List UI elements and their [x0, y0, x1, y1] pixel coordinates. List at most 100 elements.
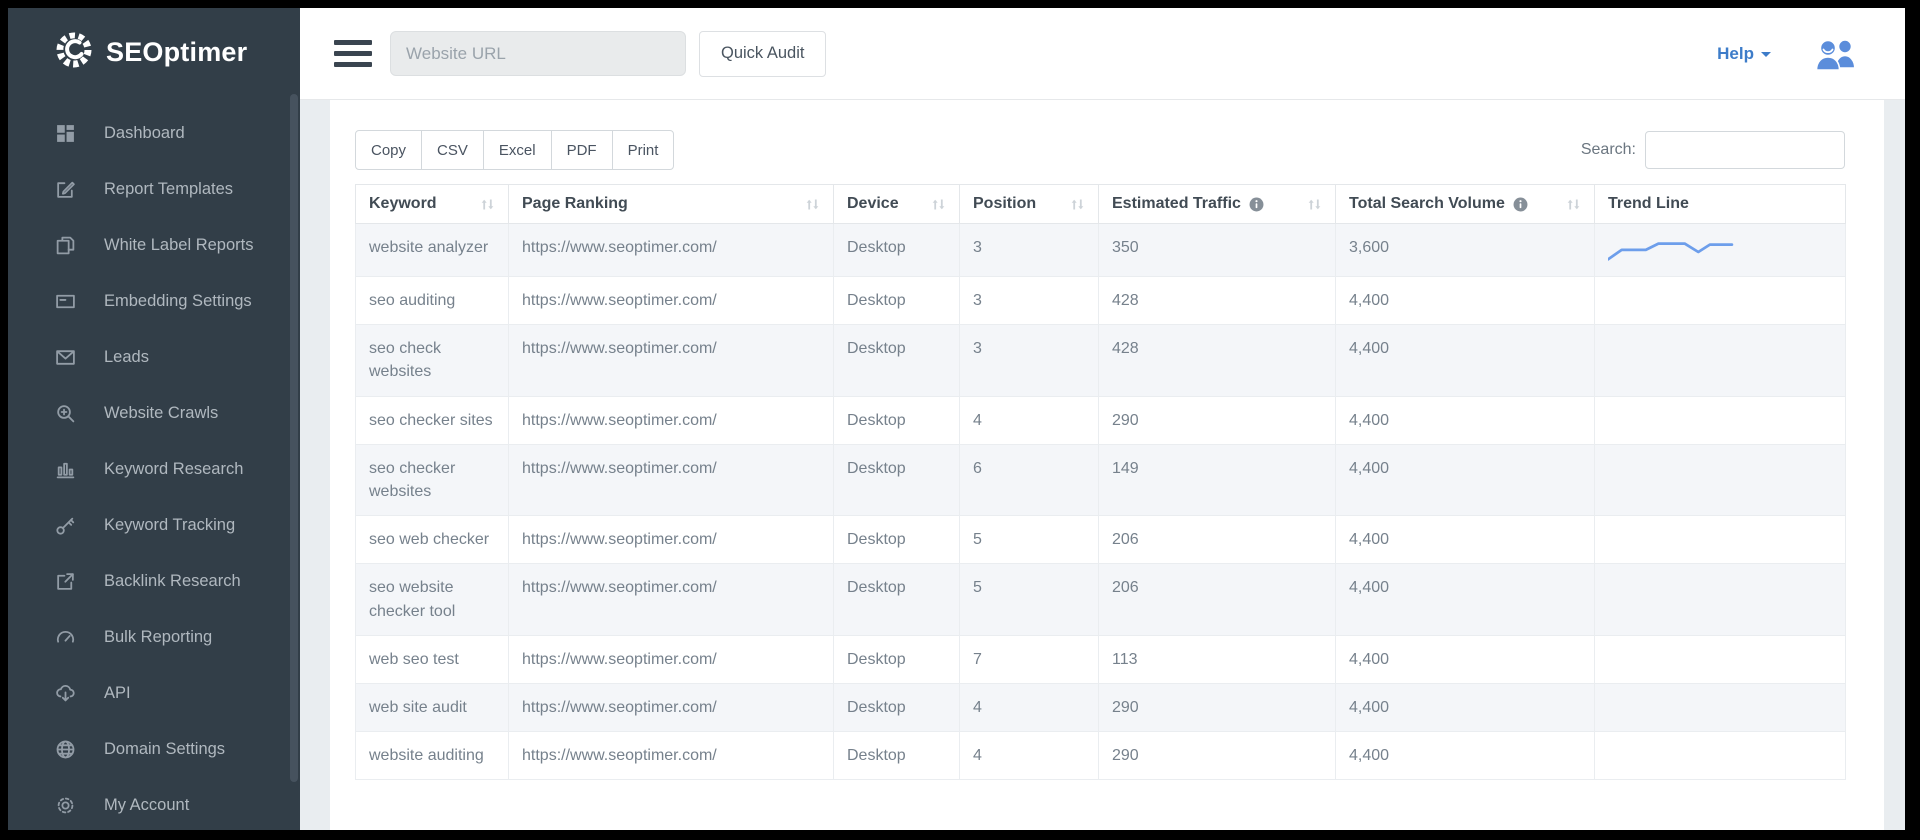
- column-header-page-ranking[interactable]: Page Ranking: [509, 185, 834, 224]
- embedding-settings-icon: [54, 290, 76, 312]
- column-header-position[interactable]: Position: [960, 185, 1099, 224]
- logo-text: SEOptimer: [106, 37, 247, 68]
- position-cell: 4: [960, 732, 1099, 780]
- account-users-icon[interactable]: [1813, 37, 1859, 71]
- leads-envelope-icon: [54, 346, 76, 368]
- sidebar-scrollbar[interactable]: [290, 94, 298, 782]
- estimated-traffic-cell: 113: [1099, 635, 1336, 683]
- page-ranking-cell: https://www.seoptimer.com/: [509, 444, 834, 515]
- page-ranking-cell: https://www.seoptimer.com/: [509, 564, 834, 635]
- sort-icon[interactable]: [1307, 197, 1322, 212]
- device-cell: Desktop: [834, 396, 960, 444]
- total-search-volume-cell: 4,400: [1336, 444, 1595, 515]
- table-row: seo website checker toolhttps://www.seop…: [356, 564, 1846, 635]
- keyword-tracking-icon: [54, 514, 76, 536]
- trend-line-cell: [1595, 224, 1846, 277]
- table-header-row: Keyword Page RankingDevice Position Estimat…: [356, 185, 1846, 224]
- column-label: Total Search Volume: [1349, 195, 1505, 213]
- pdf-export-button[interactable]: PDF: [551, 130, 613, 170]
- print-export-button[interactable]: Print: [612, 130, 675, 170]
- estimated-traffic-cell: 290: [1099, 683, 1336, 731]
- bulk-reporting-icon: [54, 626, 76, 648]
- sidebar-item-my-account[interactable]: My Account: [8, 777, 300, 830]
- keyword-cell: seo checker sites: [356, 396, 509, 444]
- info-icon[interactable]: [1513, 197, 1528, 212]
- app-window: SEOptimer DashboardReport TemplatesWhite…: [8, 8, 1905, 830]
- total-search-volume-cell: 4,400: [1336, 564, 1595, 635]
- trend-line-cell: [1595, 516, 1846, 564]
- device-cell: Desktop: [834, 224, 960, 277]
- help-dropdown[interactable]: Help: [1717, 44, 1771, 64]
- position-cell: 6: [960, 444, 1099, 515]
- csv-export-button[interactable]: CSV: [421, 130, 484, 170]
- sidebar-item-domain-settings[interactable]: Domain Settings: [8, 721, 300, 777]
- column-label: Estimated Traffic: [1112, 195, 1241, 213]
- domain-settings-icon: [54, 738, 76, 760]
- hamburger-menu-icon[interactable]: [334, 34, 372, 74]
- column-label: Position: [973, 195, 1036, 213]
- sidebar-item-keyword-research[interactable]: Keyword Research: [8, 441, 300, 497]
- sort-icon[interactable]: [805, 197, 820, 212]
- position-cell: 3: [960, 224, 1099, 277]
- position-cell: 3: [960, 277, 1099, 325]
- sort-icon[interactable]: [1566, 197, 1581, 212]
- sort-icon[interactable]: [480, 197, 495, 212]
- total-search-volume-cell: 4,400: [1336, 396, 1595, 444]
- sidebar-item-website-crawls[interactable]: Website Crawls: [8, 385, 300, 441]
- sidebar-item-report-templates[interactable]: Report Templates: [8, 161, 300, 217]
- keyword-cell: web seo test: [356, 635, 509, 683]
- sidebar-item-label: Keyword Research: [104, 460, 243, 479]
- column-label: Trend Line: [1608, 195, 1689, 213]
- sort-icon[interactable]: [1070, 197, 1085, 212]
- column-header-keyword[interactable]: Keyword: [356, 185, 509, 224]
- sidebar-item-label: Domain Settings: [104, 740, 225, 759]
- column-header-estimated-traffic[interactable]: Estimated Traffic: [1099, 185, 1336, 224]
- column-label: Keyword: [369, 195, 437, 213]
- table-row: website analyzerhttps://www.seoptimer.co…: [356, 224, 1846, 277]
- position-cell: 5: [960, 516, 1099, 564]
- device-cell: Desktop: [834, 564, 960, 635]
- info-icon[interactable]: [1249, 197, 1264, 212]
- sidebar-item-api[interactable]: API: [8, 665, 300, 721]
- sidebar-item-dashboard[interactable]: Dashboard: [8, 105, 300, 161]
- device-cell: Desktop: [834, 732, 960, 780]
- excel-export-button[interactable]: Excel: [483, 130, 552, 170]
- sidebar-item-label: Keyword Tracking: [104, 516, 235, 535]
- logo[interactable]: SEOptimer: [8, 8, 300, 77]
- page-ranking-cell: https://www.seoptimer.com/: [509, 224, 834, 277]
- table-row: web site audithttps://www.seoptimer.com/…: [356, 683, 1846, 731]
- table-row: website auditinghttps://www.seoptimer.co…: [356, 732, 1846, 780]
- device-cell: Desktop: [834, 277, 960, 325]
- table-row: seo check websiteshttps://www.seoptimer.…: [356, 325, 1846, 396]
- sidebar-nav: DashboardReport TemplatesWhite Label Rep…: [8, 105, 300, 830]
- estimated-traffic-cell: 149: [1099, 444, 1336, 515]
- sidebar-item-leads[interactable]: Leads: [8, 329, 300, 385]
- sort-icon[interactable]: [931, 197, 946, 212]
- column-header-device[interactable]: Device: [834, 185, 960, 224]
- quick-audit-button[interactable]: Quick Audit: [699, 31, 826, 77]
- device-cell: Desktop: [834, 635, 960, 683]
- position-cell: 5: [960, 564, 1099, 635]
- website-url-input[interactable]: [390, 31, 686, 76]
- sidebar-item-label: Backlink Research: [104, 572, 241, 591]
- sidebar-item-label: API: [104, 684, 131, 703]
- copy-export-button[interactable]: Copy: [355, 130, 422, 170]
- sidebar-item-white-label-reports[interactable]: White Label Reports: [8, 217, 300, 273]
- table-search-input[interactable]: [1645, 131, 1845, 169]
- total-search-volume-cell: 4,400: [1336, 277, 1595, 325]
- page-ranking-cell: https://www.seoptimer.com/: [509, 635, 834, 683]
- trend-line-cell: [1595, 444, 1846, 515]
- chevron-down-icon: [1761, 52, 1771, 57]
- sidebar-item-embedding-settings[interactable]: Embedding Settings: [8, 273, 300, 329]
- device-cell: Desktop: [834, 683, 960, 731]
- device-cell: Desktop: [834, 516, 960, 564]
- search-label: Search:: [1581, 141, 1636, 159]
- sidebar-item-bulk-reporting[interactable]: Bulk Reporting: [8, 609, 300, 665]
- keyword-cell: seo web checker: [356, 516, 509, 564]
- export-button-group: CopyCSVExcelPDFPrint: [355, 130, 674, 170]
- sidebar-item-backlink-research[interactable]: Backlink Research: [8, 553, 300, 609]
- column-header-total-search-volume[interactable]: Total Search Volume: [1336, 185, 1595, 224]
- sidebar-item-keyword-tracking[interactable]: Keyword Tracking: [8, 497, 300, 553]
- estimated-traffic-cell: 206: [1099, 564, 1336, 635]
- estimated-traffic-cell: 350: [1099, 224, 1336, 277]
